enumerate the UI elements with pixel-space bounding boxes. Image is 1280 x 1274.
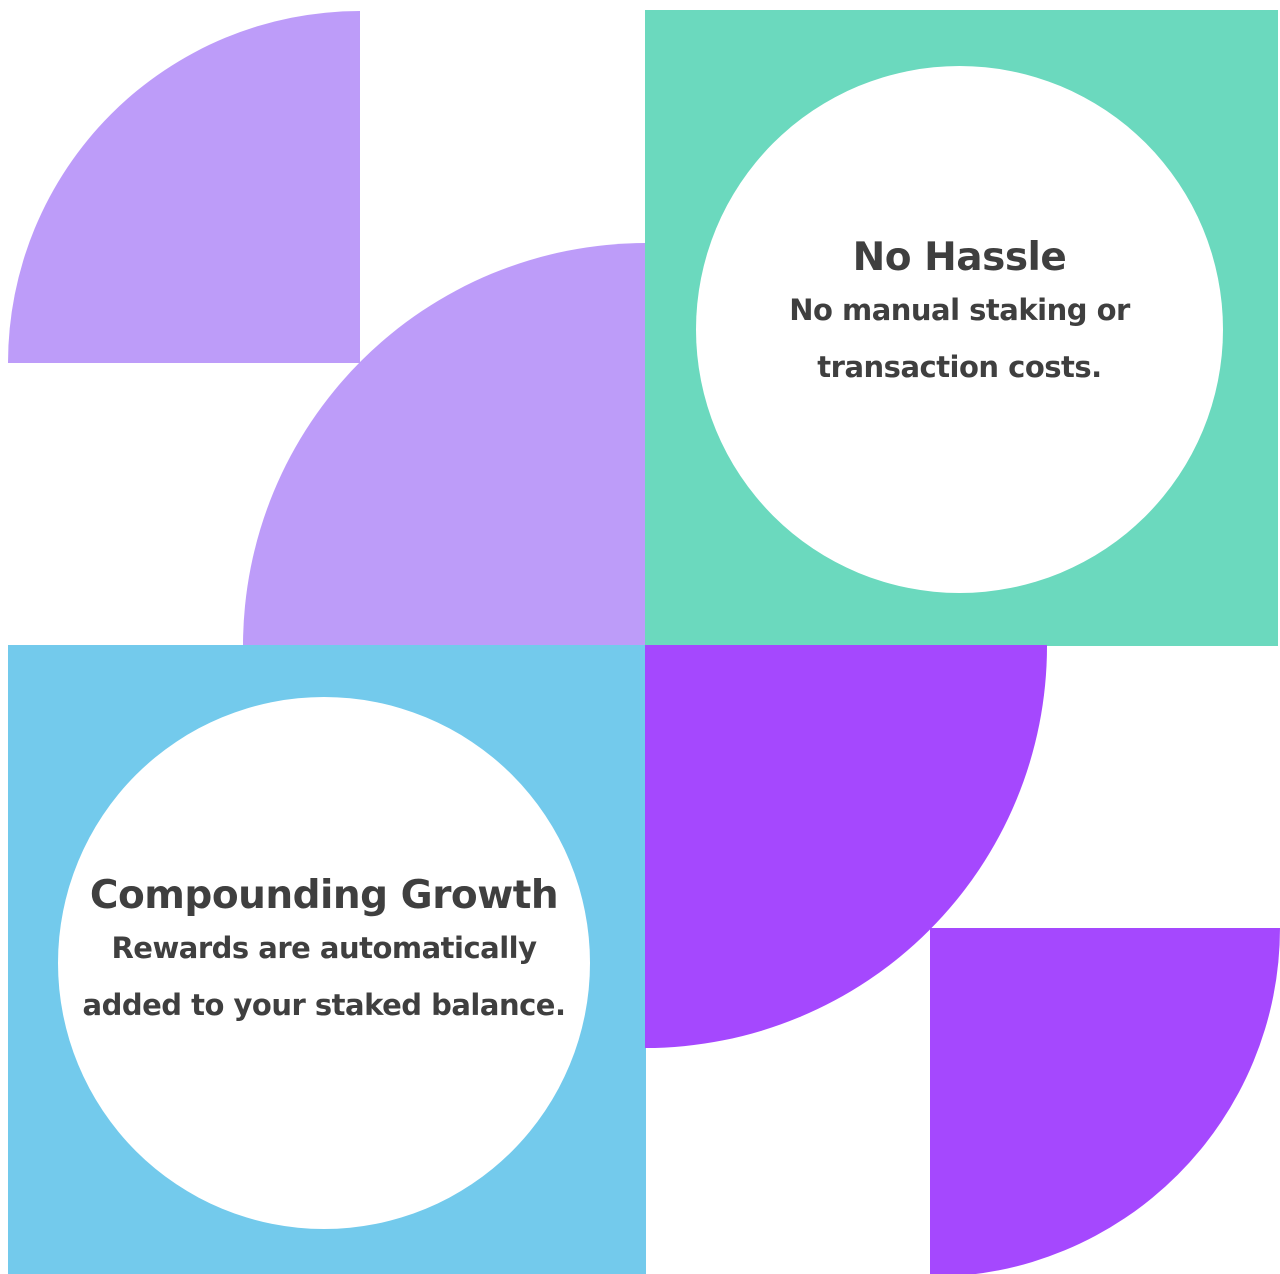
feature-graphic: No Hassle No manual staking or transacti… (0, 0, 1280, 1274)
no-hassle-text: No manual staking or transaction costs. (789, 292, 1130, 384)
lavender-quarter-circle-small (8, 11, 360, 363)
compounding-growth-title: Compounding Growth (89, 873, 559, 918)
no-hassle-card: No Hassle No manual staking or transacti… (696, 66, 1223, 593)
no-hassle-title: No Hassle (852, 234, 1067, 280)
compounding-growth-card: Compounding Growth Rewards are automatic… (58, 697, 590, 1229)
compounding-growth-text: Rewards are automatically added to your … (82, 931, 566, 1022)
purple-quarter-circle-small (930, 928, 1280, 1274)
